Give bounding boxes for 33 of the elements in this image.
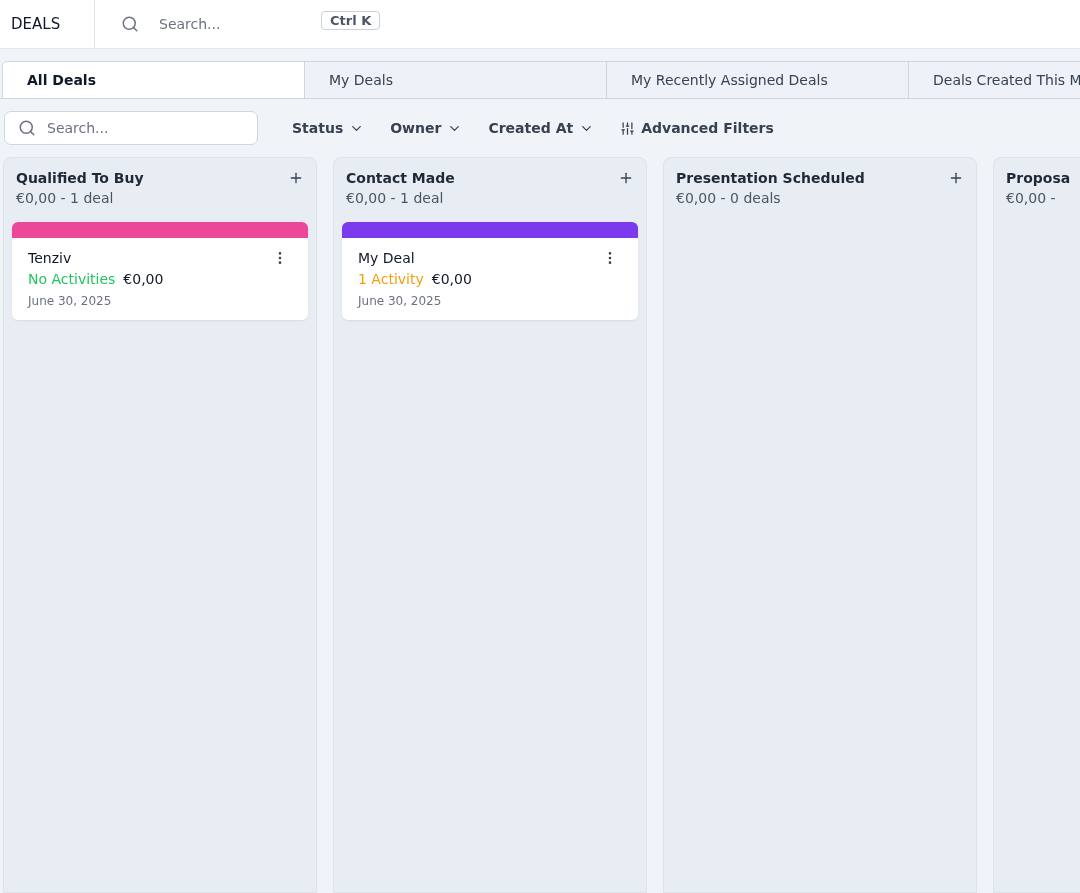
search-icon (121, 15, 139, 33)
page-title: DEALS (0, 0, 95, 48)
add-button[interactable] (288, 170, 304, 186)
search-icon (18, 119, 36, 137)
deal-amount: €0,00 (431, 271, 472, 287)
keyboard-shortcut: Ctrl K (321, 10, 381, 30)
deal-amount: €0,00 (123, 271, 164, 287)
deal-date: June 30, 2025 (358, 294, 443, 308)
column-summary: €0,00 - (1006, 190, 1057, 206)
deal-card[interactable]: My Deal 1 Activity €0,00 June 30, 2025 (342, 222, 638, 320)
deal-card[interactable]: Tenziv No Activities €0,00 June 30, 2025 (12, 222, 308, 320)
column-title: Contact Made (346, 170, 455, 186)
deal-name: Tenziv (28, 250, 72, 266)
activity-status: 1 Activity (358, 271, 424, 287)
deal-date: June 30, 2025 (28, 294, 113, 308)
column-title: Qualified To Buy (16, 170, 144, 186)
deal-name: My Deal (358, 250, 415, 266)
sliders-icon (620, 120, 636, 136)
filter-dropdown[interactable]: Status (286, 120, 371, 136)
add-button[interactable] (948, 170, 964, 186)
search-field[interactable]: Search... (157, 15, 301, 33)
search-field[interactable]: Search... (4, 111, 258, 145)
column-title: Presentation Scheduled (676, 170, 865, 186)
advanced-filters-button[interactable]: Advanced Filters (614, 120, 780, 136)
tab[interactable]: All Deals (2, 61, 305, 98)
activity-status: No Activities (28, 271, 116, 287)
filter-dropdown[interactable]: Created At (482, 120, 601, 136)
column-title: Proposa (1006, 170, 1071, 186)
filter-dropdown[interactable]: Owner (384, 120, 469, 136)
add-button[interactable] (618, 170, 634, 186)
column-summary: €0,00 - 1 deal (16, 190, 115, 206)
column-summary: €0,00 - 1 deal (346, 190, 445, 206)
column-summary: €0,00 - 0 deals (676, 190, 782, 206)
